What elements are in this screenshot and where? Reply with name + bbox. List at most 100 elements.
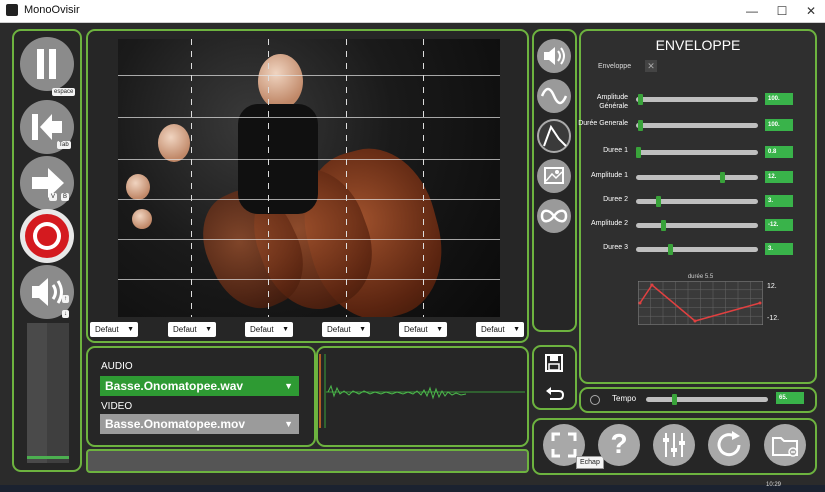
tempo-value[interactable]: 65. bbox=[776, 392, 804, 404]
infinity-icon bbox=[540, 209, 568, 223]
envelope-slider-thumb[interactable] bbox=[661, 220, 666, 231]
refresh-icon bbox=[717, 431, 741, 457]
tempo-label: Tempo bbox=[612, 394, 637, 403]
chevron-down-icon: ▼ bbox=[284, 381, 293, 391]
close-button[interactable]: ✕ bbox=[797, 2, 825, 20]
envelope-slider-thumb[interactable] bbox=[636, 147, 641, 158]
envelope-slider[interactable] bbox=[636, 196, 758, 207]
tempo-slider[interactable] bbox=[646, 394, 768, 405]
envelope-slider[interactable] bbox=[636, 244, 758, 255]
record-icon bbox=[25, 214, 69, 258]
envelope-slider[interactable] bbox=[636, 94, 758, 105]
envelope-point[interactable] bbox=[650, 283, 654, 287]
window-title: MonoOvisir bbox=[24, 4, 80, 16]
envelope-value-box[interactable]: -12. bbox=[765, 219, 793, 231]
envelope-point[interactable] bbox=[758, 301, 762, 305]
envelope-slider-thumb[interactable] bbox=[720, 172, 725, 183]
folder-icon bbox=[772, 437, 798, 457]
envelope-row-label: Durée Generale bbox=[578, 120, 628, 127]
tempo-radio[interactable] bbox=[590, 395, 600, 405]
mixer-button[interactable] bbox=[653, 424, 695, 466]
help-button[interactable]: ? bbox=[598, 424, 640, 466]
envelope-value-box[interactable]: 0.8 bbox=[765, 146, 793, 158]
envelope-point[interactable] bbox=[638, 301, 642, 305]
app-icon bbox=[6, 4, 18, 16]
undo-button[interactable] bbox=[544, 383, 565, 403]
forward-button[interactable] bbox=[20, 156, 74, 210]
pause-button[interactable] bbox=[20, 37, 74, 91]
envelope-toggle-label: Enveloppe bbox=[598, 63, 632, 70]
mode-audio-button[interactable] bbox=[537, 39, 571, 73]
preset-dropdown-2[interactable]: Defaut ▼ bbox=[168, 322, 216, 337]
record-button[interactable] bbox=[20, 209, 74, 263]
envelope-slider[interactable] bbox=[636, 172, 758, 183]
taskbar: 10:29 bbox=[0, 482, 825, 492]
mode-wave-button[interactable] bbox=[537, 79, 571, 113]
minimize-button[interactable]: — bbox=[738, 2, 766, 20]
envelope-slider-thumb[interactable] bbox=[638, 94, 643, 105]
tempo-slider-thumb[interactable] bbox=[672, 394, 677, 405]
video-preview bbox=[118, 39, 500, 317]
maximize-button[interactable]: ☐ bbox=[768, 2, 796, 20]
envelope-slider[interactable] bbox=[636, 220, 758, 231]
title-bar: MonoOvisir — ☐ ✕ bbox=[0, 0, 825, 23]
mode-loop-button[interactable] bbox=[537, 199, 571, 233]
pause-icon bbox=[37, 49, 44, 79]
clock: 10:29 bbox=[765, 482, 781, 488]
envelope-slider[interactable] bbox=[636, 120, 758, 131]
envelope-row-label: Duree 2 bbox=[603, 196, 628, 203]
envelope-value-box[interactable]: 3. bbox=[765, 195, 793, 207]
image-icon bbox=[544, 167, 564, 184]
key-hint-forward-2: B bbox=[61, 193, 70, 201]
preset-dropdown-5[interactable]: Defaut ▼ bbox=[399, 322, 447, 337]
envelope-row-label: Amplitude 1 bbox=[591, 172, 628, 179]
envelope-slider[interactable] bbox=[636, 147, 758, 158]
envelope-point[interactable] bbox=[693, 319, 697, 323]
save-button[interactable] bbox=[544, 353, 564, 373]
reset-button[interactable] bbox=[708, 424, 750, 466]
speaker-icon bbox=[544, 47, 565, 65]
envelope-value-box[interactable]: 100. bbox=[765, 93, 793, 105]
envelope-curve-icon bbox=[543, 124, 567, 147]
preset-dropdown-1[interactable]: Defaut ▼ bbox=[90, 322, 138, 337]
volume-meter bbox=[27, 323, 69, 463]
envelope-graph-caption: durée 5.5 bbox=[687, 274, 714, 280]
floppy-icon bbox=[545, 354, 563, 372]
envelope-slider-thumb[interactable] bbox=[668, 244, 673, 255]
undo-icon bbox=[546, 387, 565, 400]
key-hint-forward-1: V bbox=[49, 193, 58, 201]
volume-up-button[interactable]: ↑ bbox=[62, 295, 69, 303]
envelope-row-label: Amplitude 2 bbox=[591, 220, 628, 227]
audio-waveform bbox=[319, 354, 525, 428]
mode-image-button[interactable] bbox=[537, 159, 571, 193]
envelope-graph[interactable] bbox=[638, 281, 763, 325]
volume-down-button[interactable]: ↓ bbox=[62, 310, 69, 318]
arrow-right-icon bbox=[32, 168, 64, 198]
envelope-value-box[interactable]: 100. bbox=[765, 119, 793, 131]
chevron-down-icon: ▼ bbox=[284, 419, 293, 429]
open-folder-button[interactable] bbox=[764, 424, 806, 466]
envelope-slider-thumb[interactable] bbox=[656, 196, 661, 207]
envelope-row-label: Amplitude Générale bbox=[596, 94, 628, 110]
key-hint-pause: espace bbox=[52, 88, 76, 96]
graph-y-max: 12. bbox=[767, 283, 777, 290]
envelope-title: ENVELOPPE bbox=[655, 37, 741, 53]
mode-envelope-button[interactable] bbox=[537, 119, 571, 153]
preset-dropdown-3[interactable]: Defaut ▼ bbox=[245, 322, 293, 337]
envelope-row-label: Duree 1 bbox=[603, 147, 628, 154]
graph-y-min: -12. bbox=[767, 315, 780, 322]
envelope-slider-thumb[interactable] bbox=[638, 120, 643, 131]
video-file-select[interactable]: Basse.Onomatopee.mov ▼ bbox=[100, 414, 299, 434]
preset-dropdown-4[interactable]: Defaut ▼ bbox=[322, 322, 370, 337]
key-hint-back: Tab bbox=[57, 141, 71, 149]
audio-file-select[interactable]: Basse.Onomatopee.wav ▼ bbox=[100, 376, 299, 396]
envelope-value-box[interactable]: 3. bbox=[765, 243, 793, 255]
app-main: espace Tab V B ↑ ↓ Defaut ▼ Defaut ▼ Def… bbox=[0, 23, 825, 485]
audio-label: AUDIO bbox=[101, 361, 133, 372]
preset-dropdown-6[interactable]: Defaut ▼ bbox=[476, 322, 524, 337]
volume-level bbox=[27, 456, 69, 459]
envelope-row-label: Duree 3 bbox=[603, 244, 628, 251]
envelope-toggle-checkbox[interactable]: ✕ bbox=[645, 60, 657, 72]
video-label: VIDEO bbox=[101, 401, 133, 412]
envelope-value-box[interactable]: 12. bbox=[765, 171, 793, 183]
